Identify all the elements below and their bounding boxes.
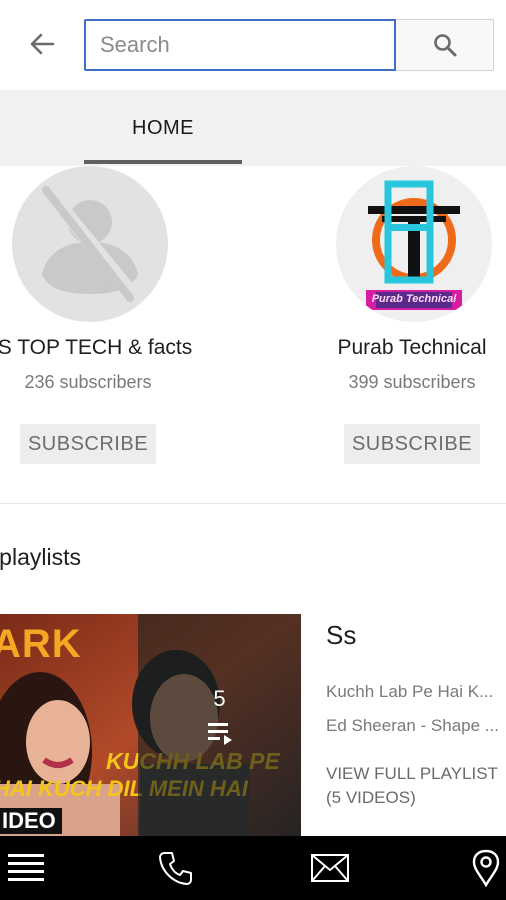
phone-button[interactable] — [144, 836, 208, 900]
playlist-count-overlay: 5 — [138, 614, 301, 836]
tab-bar: HOME — [0, 90, 506, 166]
menu-icon — [8, 854, 44, 881]
playlist-video-item[interactable]: Kuchh Lab Pe Hai K... — [326, 682, 506, 702]
channel-card[interactable]: PS TOP TECH & facts 236 subscribers SUBS… — [0, 166, 208, 476]
search-header — [0, 0, 506, 90]
playlist-thumbnail[interactable]: ARK KUCHH LAB PE HAI KUCH DIL MEIN HAI I… — [0, 614, 301, 836]
channel-name[interactable]: Purab Technical — [292, 336, 506, 360]
thumbnail-title-top: ARK — [0, 622, 82, 666]
location-button[interactable] — [454, 836, 506, 900]
channel-card[interactable]: Purab Technical Purab Technical 399 subs… — [292, 166, 506, 476]
default-avatar-icon — [12, 166, 168, 322]
search-button[interactable] — [396, 19, 494, 71]
playlist-video-item[interactable]: Ed Sheeran - Shape ... — [326, 716, 506, 736]
mail-icon — [311, 854, 349, 882]
search-box — [84, 19, 494, 71]
menu-button[interactable] — [0, 836, 58, 900]
tab-home[interactable]: HOME — [84, 90, 242, 166]
subscriber-count: 399 subscribers — [348, 372, 476, 392]
mail-button[interactable] — [298, 836, 362, 900]
logo-text: Purab Technical — [371, 293, 457, 305]
video-count: 5 — [213, 686, 226, 711]
channel-name[interactable]: PS TOP TECH & facts — [0, 336, 208, 360]
purab-technical-logo: Purab Technical — [336, 166, 492, 322]
section-divider — [0, 503, 506, 504]
subscriber-count: 236 subscribers — [24, 372, 152, 392]
view-full-playlist-link[interactable]: VIEW FULL PLAYLIST (5 VIDEOS) — [326, 762, 506, 810]
phone-icon — [159, 852, 192, 885]
bottom-nav — [0, 836, 506, 900]
subscribe-button[interactable]: SUBSCRIBE — [20, 424, 156, 464]
tab-selected-indicator — [84, 160, 242, 164]
thumbnail-tag: IDEO — [0, 808, 62, 834]
search-icon — [433, 34, 456, 57]
subscribe-button[interactable]: SUBSCRIBE — [344, 424, 480, 464]
location-pin-icon — [472, 849, 500, 887]
playlist-title[interactable]: Ss — [326, 620, 356, 651]
section-title: d playlists — [0, 544, 81, 570]
search-input[interactable] — [84, 19, 396, 71]
back-button[interactable] — [24, 26, 60, 62]
playlist-icon — [207, 723, 232, 745]
arrow-left-icon — [30, 33, 55, 55]
